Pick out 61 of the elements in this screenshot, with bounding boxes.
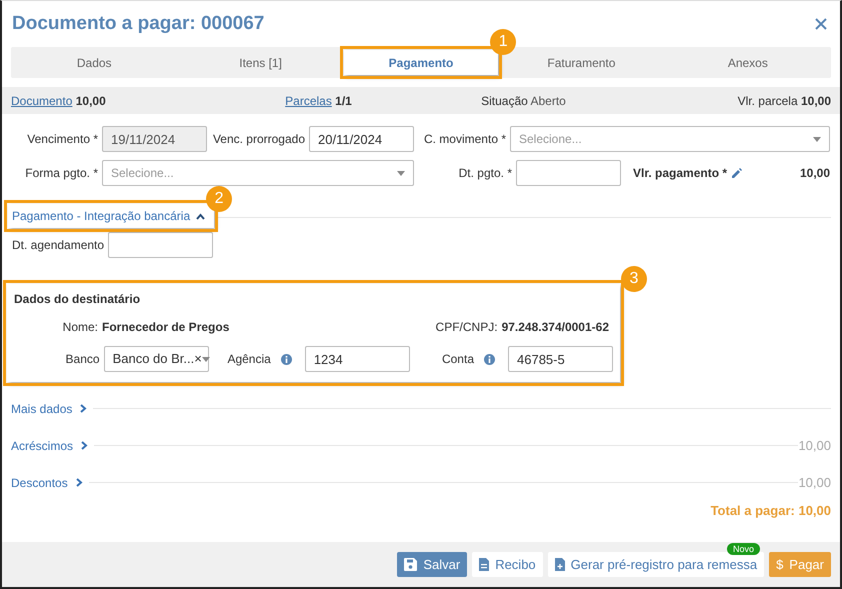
caret-icon [397,170,405,176]
close-icon [814,17,828,31]
field-label: Banco [64,351,101,368]
date-field[interactable]: 20/11/2024 [309,126,414,152]
new-badge: Novo [727,543,760,555]
dialog-title: Documento a pagar: 000067 [12,12,264,36]
tab[interactable]: Pagamento [344,50,498,75]
section-value: 10,00 [798,474,831,492]
select-field[interactable]: Banco do Br...× [104,346,209,372]
footer-button[interactable]: Gerar pré-registro para remessa [548,552,764,577]
tab[interactable]: Itens [1] [177,47,344,78]
summary-link[interactable]: Documento [11,94,72,108]
tab[interactable]: Dados [11,47,178,78]
document-plus-icon [554,558,565,571]
field-label: Dt. agendamento [12,237,106,254]
section-toggle[interactable]: Acréscimos [11,436,88,454]
summary-link[interactable]: Parcelas [285,94,332,108]
section-value: 10,00 [798,436,831,455]
info-icon [484,354,495,364]
section-title: Dados do destinatário [14,291,142,308]
field-label: Nome: [62,319,99,336]
tab[interactable]: Anexos [664,47,832,78]
field-label: Venc. prorrogado [212,131,306,148]
document-icon [479,558,490,571]
callout-badge: 3 [621,266,647,292]
info-icon [280,354,292,364]
amount-value: 10,00 [800,165,830,182]
summary-value: 1/1 [335,94,352,108]
field-label: C. movimento * [422,131,507,148]
callout-badge: 1 [490,29,516,55]
callout-badge: 2 [206,186,232,212]
section-toggle[interactable]: Descontos [11,474,83,492]
save-icon [404,558,418,571]
field-label: Agência [226,351,272,368]
text-field[interactable]: 1234 [304,346,410,372]
date-field[interactable] [516,160,621,186]
field-label: Vencimento * [26,131,99,148]
summary-value: 10,00 [800,94,831,108]
close-button[interactable] [814,17,828,31]
pencil-icon [731,168,742,178]
caret-icon [202,356,210,362]
section-toggle[interactable]: Mais dados [11,400,88,418]
caret-icon [813,136,821,142]
text-field[interactable]: 46785-5 [508,346,613,372]
field-label: CPF/CNPJ: [436,319,499,336]
date-field[interactable] [108,232,214,258]
summary-label: Vlr. parcela [738,94,798,108]
summary-value: Aberto [530,94,566,108]
field-label: Vlr. pagamento * [633,165,728,182]
footer-button[interactable]: Salvar [397,552,468,577]
document-value: 97.248.374/0001-62 [502,319,609,336]
select-field[interactable]: Selecione... [102,160,414,186]
footer-button[interactable]: Recibo [472,552,543,577]
name-value: Fornecedor de Pregos [102,319,230,336]
field-label: Dt. pgto. * [458,165,513,182]
total-text: Total a pagar: 10,00 [710,502,832,520]
summary-label: Situação [481,94,528,108]
summary-value: 10,00 [76,94,106,108]
field-label: Conta [440,351,475,368]
select-field[interactable]: Selecione... [510,126,830,152]
field-label: Forma pgto. * [24,165,99,182]
